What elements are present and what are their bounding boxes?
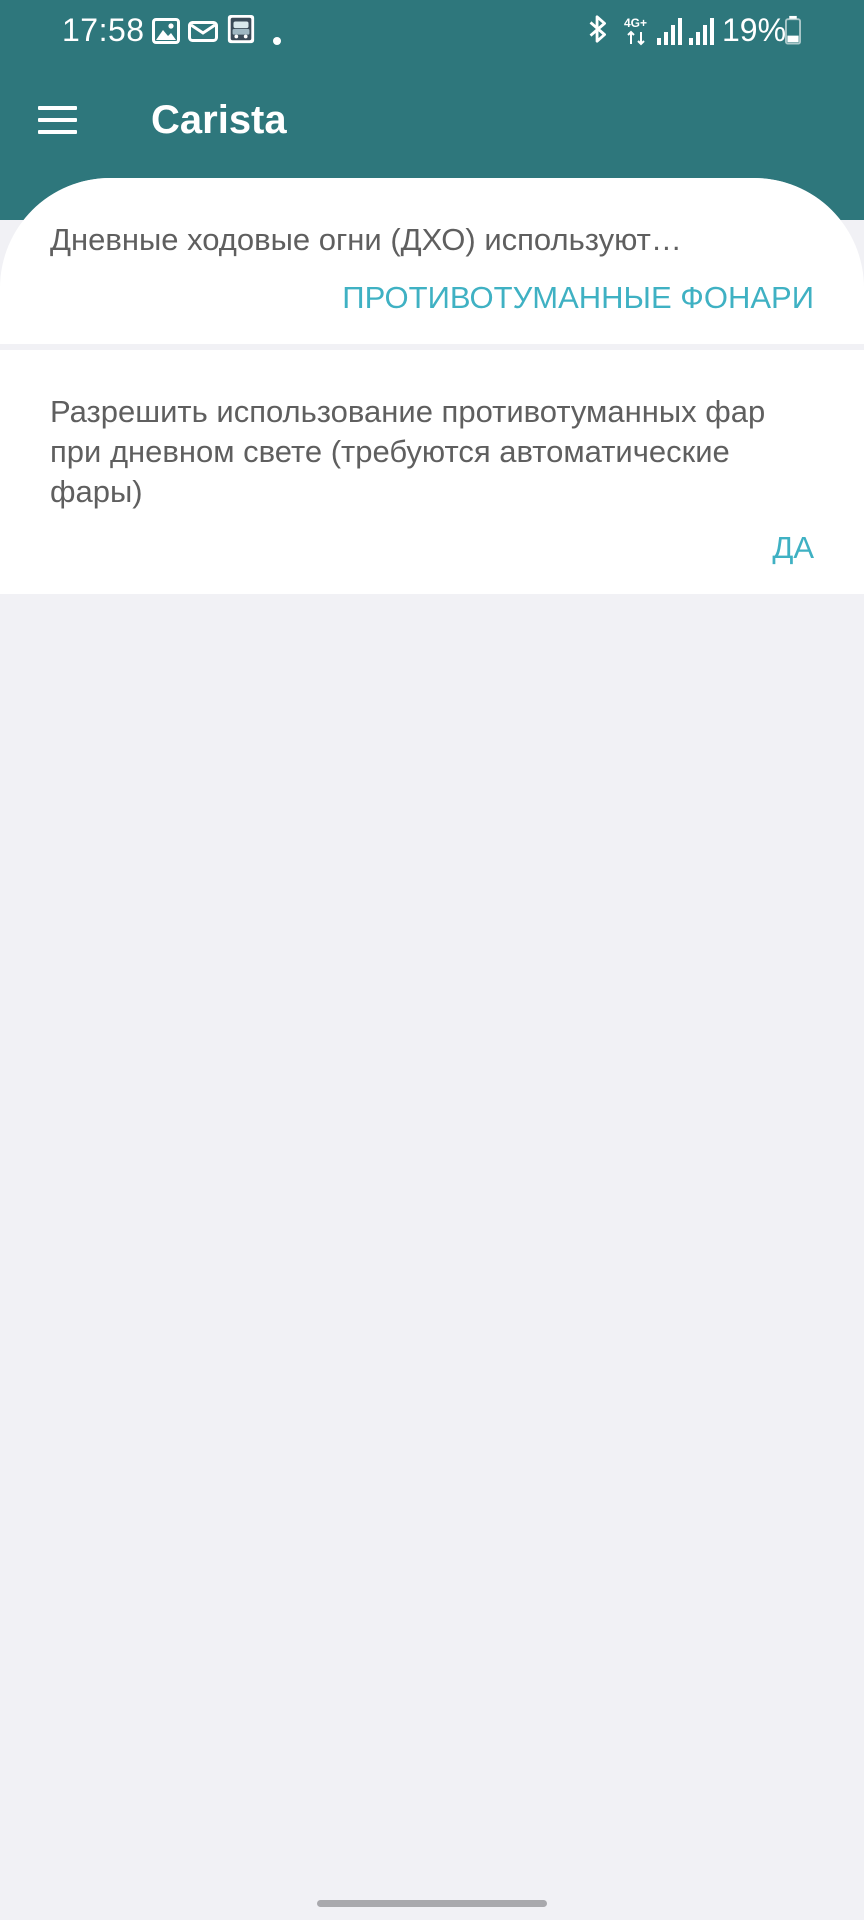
car-app-icon [227, 14, 255, 44]
app-bar: Carista [0, 64, 864, 176]
app-title: Carista [151, 98, 287, 142]
hamburger-menu-icon[interactable] [30, 96, 86, 152]
status-time: 17:58 [62, 12, 145, 48]
email-icon [188, 21, 218, 42]
setting-value: ПРОТИВОТУМАННЫЕ ФОНАРИ [342, 280, 814, 315]
battery-icon [785, 15, 801, 45]
signal-icon [689, 18, 714, 45]
home-indicator[interactable] [317, 1900, 547, 1907]
setting-value: ДА [772, 530, 814, 565]
setting-fog-lights-daylight[interactable]: Разрешить использование противотуманных … [0, 350, 864, 594]
gallery-icon [152, 18, 180, 44]
dot-icon [273, 37, 281, 45]
status-bar: 17:58 4G+ 19% [0, 0, 864, 64]
setting-label: Дневные ходовые огни (ДХО) используют… [50, 222, 682, 257]
setting-label: Разрешить использование противотуманных … [50, 394, 766, 509]
signal-icon [657, 18, 682, 45]
network-label: 4G+ [624, 16, 648, 30]
bluetooth-icon [589, 15, 606, 43]
battery-percent: 19% [722, 12, 787, 48]
network-4g-plus-icon: 4G+ [622, 16, 654, 46]
settings-list: Дневные ходовые огни (ДХО) используют… П… [0, 178, 864, 1920]
setting-drl-mode[interactable]: Дневные ходовые огни (ДХО) используют… П… [0, 178, 864, 344]
